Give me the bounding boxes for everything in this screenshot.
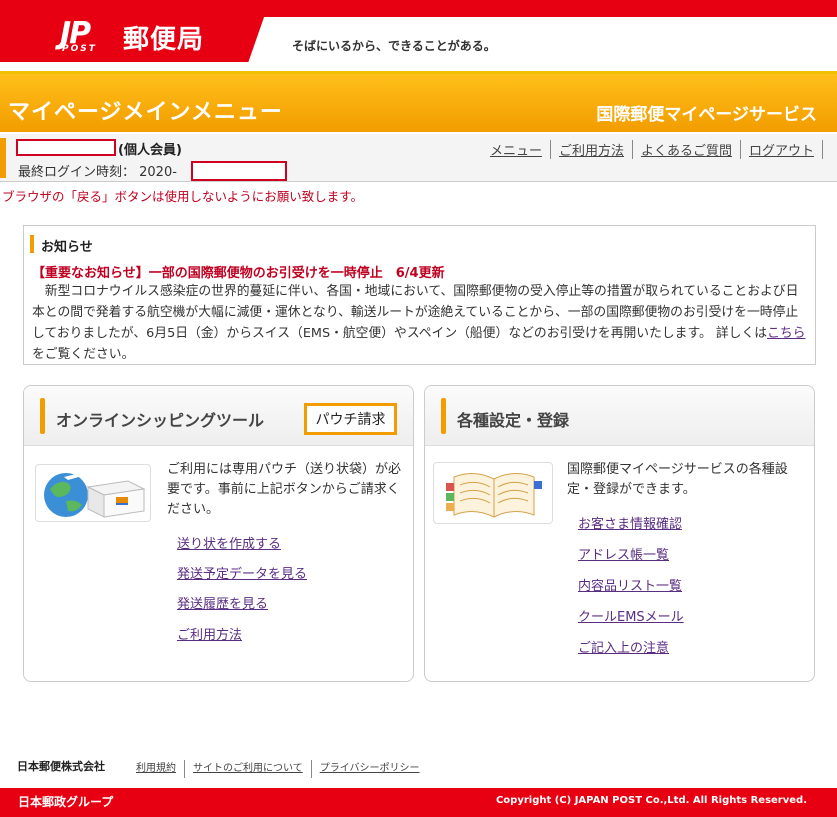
title-bar: マイページメインメニュー 国際郵便マイページサービス [0,74,837,132]
logo-post-text: POST [62,44,97,54]
shipping-tool-description: ご利用には専用パウチ（送り状袋）が必要です。事前に上記ボタンからご請求ください。 [167,462,402,517]
create-waybill-link[interactable]: 送り状を作成する [177,533,281,552]
settings-description: 国際郵便マイページサービスの各種設定・登録ができます。 [567,462,788,497]
user-bar-accent [0,138,6,178]
notice-body: 新型コロナウイルス感染症の世界的蔓延に伴い、各国・地域において、国際郵便物の受入… [32,281,807,365]
scheduled-data-link[interactable]: 発送予定データを見る [177,563,307,582]
logo-name: 郵便局 [123,25,205,55]
user-info-bar: (個人会員) 最終ログイン時刻： 2020- メニュー ご利用方法 よくあるご質… [0,134,837,182]
nav-menu-link[interactable]: メニュー [482,140,551,159]
globe-package-image [35,464,151,522]
footer-links: 利用規約 サイトのご利用について プライバシーポリシー [128,760,428,778]
panel-header: オンラインシッピングツール パウチ請求 [24,386,413,446]
last-login-label: 最終ログイン時刻： 2020- [18,165,177,180]
back-button-warning: ブラウザの「戻る」ボタンは使用しないようにお願い致します。 [2,189,364,204]
nav-faq-link[interactable]: よくあるご質問 [633,140,741,159]
globe-package-icon [44,473,146,518]
usage-guide-link[interactable]: ご利用方法 [177,624,242,643]
notice-body-text: 新型コロナウイルス感染症の世界的蔓延に伴い、各国・地域において、国際郵便物の受入… [32,284,799,341]
top-nav: メニュー ご利用方法 よくあるご質問 ログアウト [482,140,823,159]
shipping-history-link[interactable]: 発送履歴を見る [177,593,268,612]
panel-accent [441,398,446,434]
open-book-icon [446,473,542,518]
address-book-link[interactable]: アドレス帳一覧 [578,544,669,563]
notice-title: お知らせ [41,240,93,255]
header-logo-area[interactable]: JP POST 郵便局 [0,0,270,62]
nav-usage-link[interactable]: ご利用方法 [551,140,633,159]
entry-notes-link[interactable]: ご記入上の注意 [578,637,669,656]
notice-box: お知らせ 【重要なお知らせ】一部の国際郵便物のお引受けを一時停止 6/4更新 新… [23,225,816,365]
notice-body-end: をご覧ください。 [32,347,135,362]
site-usage-link[interactable]: サイトのご利用について [185,760,312,778]
site-header: JP POST 郵便局 そばにいるから、できることがある。 [0,0,837,72]
panel-title: オンラインシッピングツール [56,411,265,430]
copyright-text: Copyright (C) JAPAN POST Co.,Ltd. All Ri… [495,795,807,806]
member-type: (個人会員) [118,143,182,158]
tagline: そばにいるから、できることがある。 [292,39,496,53]
shipping-tool-panel: オンラインシッピングツール パウチ請求 ご利用には専用パウチ（送り状袋）が必要で… [23,385,414,682]
footer-company-name: 日本郵便株式会社 [17,760,105,773]
service-name: 国際郵便マイページサービス [596,105,817,125]
redacted-login-time [191,161,287,181]
cool-ems-mail-link[interactable]: クールEMSメール [578,606,684,625]
japan-post-group-logo: 日本郵政グループ [18,795,114,809]
panel-accent [40,398,45,434]
jp-post-logo: JP POST [60,16,108,54]
notice-details-link[interactable]: こちら [767,326,805,341]
nav-logout-link[interactable]: ログアウト [741,140,823,159]
address-book-image [433,462,553,524]
panel-title: 各種設定・登録 [457,411,570,430]
redacted-username [16,139,116,156]
terms-link[interactable]: 利用規約 [128,760,185,778]
notice-accent [30,235,34,253]
page-title: マイページメインメニュー [8,100,283,125]
contents-list-link[interactable]: 内容品リスト一覧 [578,575,682,594]
customer-info-link[interactable]: お客さま情報確認 [578,513,682,532]
pouch-request-button[interactable]: パウチ請求 [304,403,397,435]
privacy-policy-link[interactable]: プライバシーポリシー [312,760,428,778]
footer-bar: 日本郵政グループ Copyright (C) JAPAN POST Co.,Lt… [0,788,837,817]
settings-panel: 各種設定・登録 国際郵便マイページサービスの各種設定・登録ができます。 お客さま… [424,385,815,682]
panel-header: 各種設定・登録 [425,386,814,446]
notice-headline: 【重要なお知らせ】一部の国際郵便物のお引受けを一時停止 6/4更新 [32,266,445,281]
